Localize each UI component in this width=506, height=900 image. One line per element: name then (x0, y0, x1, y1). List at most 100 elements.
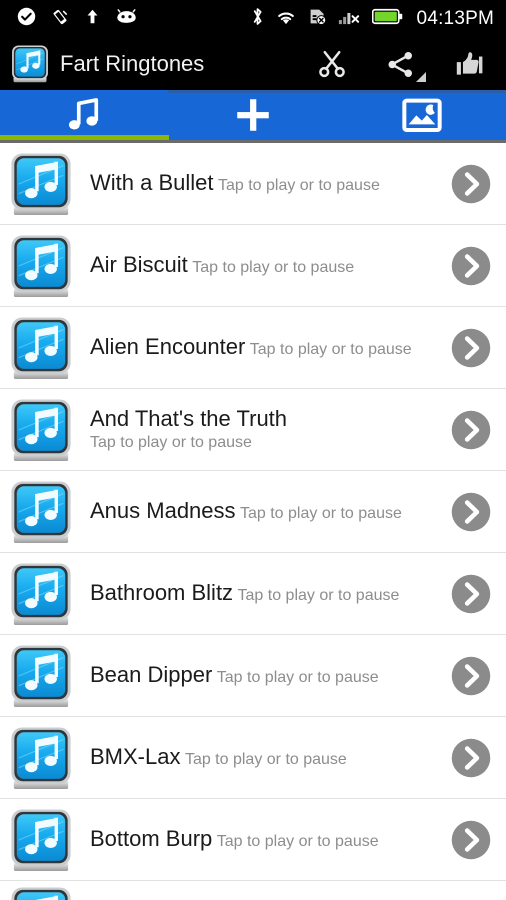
chevron-right-circle-icon (451, 164, 491, 203)
status-bar-right-icons: 04:13PM (251, 6, 498, 32)
share-icon (387, 51, 412, 77)
ringtone-music-icon (9, 561, 73, 627)
chevron-right-circle-icon (451, 820, 491, 859)
scissors-icon (319, 51, 345, 78)
ringtone-title: With a Bullet (90, 170, 214, 195)
ringtone-music-icon (9, 885, 73, 900)
ringtone-text: Air Biscuit Tap to play or to pause (90, 252, 442, 279)
tab-bar-shadow-blue (168, 90, 506, 93)
bluetooth-icon (251, 6, 264, 32)
rate-thumbs-up-button[interactable] (448, 44, 488, 84)
ringtone-music-icon (9, 479, 73, 545)
android-robot-icon (115, 8, 138, 30)
ringtone-list[interactable]: With a Bullet Tap to play or to pause Ai… (0, 143, 506, 900)
ringtone-text: Anus Madness Tap to play or to pause (90, 498, 442, 525)
tab-bar-container (0, 90, 506, 143)
ringtone-subtitle: Tap to play or to pause (217, 177, 380, 194)
ringtone-subtitle: Tap to play or to pause (249, 341, 412, 358)
tab-active-indicator (0, 135, 169, 140)
ringtone-title: Anus Madness (90, 498, 236, 523)
overflow-triangle-icon[interactable] (416, 72, 426, 82)
ringtone-detail-arrow-button[interactable] (450, 573, 492, 615)
ringtone-detail-arrow-button[interactable] (450, 245, 492, 287)
ringtone-subtitle: Tap to play or to pause (184, 751, 347, 768)
share-button[interactable] (380, 44, 426, 84)
image-icon (402, 98, 442, 133)
ringtone-title: Bathroom Blitz (90, 580, 234, 605)
app-root: 04:13PM Fart Ringtones With a Bullet Tap… (0, 0, 506, 900)
ringtone-list-item-0[interactable]: With a Bullet Tap to play or to pause (0, 143, 506, 225)
ringtone-music-icon (9, 315, 73, 381)
ringtone-subtitle: Tap to play or to pause (216, 833, 379, 850)
signal-no-service-icon (338, 7, 361, 31)
ringtone-list-item-6[interactable]: Bean Dipper Tap to play or to pause (0, 635, 506, 717)
ringtone-title: Bean Dipper (90, 662, 213, 687)
ringtone-subtitle: Tap to play or to pause (192, 259, 355, 276)
check-circle-icon (17, 7, 36, 31)
status-bar-left-icons (8, 7, 138, 32)
thumbs-up-icon (456, 52, 483, 75)
battery-full-icon (371, 8, 403, 30)
tab-active-indicator (337, 135, 506, 140)
ringtone-detail-arrow-button[interactable] (450, 491, 492, 533)
ringtone-subtitle: Tap to play or to pause (216, 669, 379, 686)
ringtone-music-icon (9, 397, 73, 463)
ringtone-subtitle: Tap to play or to pause (237, 587, 400, 604)
chevron-right-circle-icon (451, 328, 491, 367)
ringtone-music-icon (9, 151, 73, 217)
ringtone-title: Air Biscuit (90, 252, 188, 277)
ringtone-subtitle: Tap to play or to pause (239, 505, 402, 522)
plus-icon (237, 99, 269, 131)
ringtone-text: BMX-Lax Tap to play or to pause (90, 744, 442, 771)
cut-scissors-button[interactable] (312, 44, 352, 84)
ringtone-list-item-partial[interactable] (0, 881, 506, 900)
tab-ringtones[interactable] (0, 90, 169, 140)
ringtone-detail-arrow-button[interactable] (450, 655, 492, 697)
tab-active-indicator (169, 135, 338, 140)
ringtone-text: Alien Encounter Tap to play or to pause (90, 334, 442, 361)
chevron-right-circle-icon (451, 410, 491, 449)
ringtone-text: And That's the Truth Tap to play or to p… (90, 406, 442, 454)
ringtone-list-item-5[interactable]: Bathroom Blitz Tap to play or to pause (0, 553, 506, 635)
vibrate-icon (50, 7, 70, 32)
ringtone-detail-arrow-button[interactable] (450, 163, 492, 205)
ringtone-text: Bottom Burp Tap to play or to pause (90, 826, 442, 853)
ringtone-music-icon (9, 725, 73, 791)
ringtone-list-item-2[interactable]: Alien Encounter Tap to play or to pause (0, 307, 506, 389)
tab-add[interactable] (169, 90, 338, 140)
ringtone-detail-arrow-button[interactable] (450, 737, 492, 779)
ringtone-text: Bathroom Blitz Tap to play or to pause (90, 580, 442, 607)
chevron-right-circle-icon (451, 656, 491, 695)
ringtone-title: And That's the Truth (90, 405, 288, 431)
wifi-icon (275, 8, 297, 31)
ringtone-title: Bottom Burp (90, 826, 213, 851)
action-bar-actions (312, 44, 494, 84)
ringtone-text: With a Bullet Tap to play or to pause (90, 170, 442, 197)
ringtone-subtitle: Tap to play or to pause (90, 433, 252, 451)
app-music-note-icon (10, 44, 50, 84)
ringtone-list-item-3[interactable]: And That's the Truth Tap to play or to p… (0, 389, 506, 471)
sim-card-missing-icon (308, 7, 327, 31)
ringtone-title: Alien Encounter (90, 334, 246, 359)
status-bar: 04:13PM (0, 0, 506, 38)
ringtone-detail-arrow-button[interactable] (450, 819, 492, 861)
music-note-icon (69, 98, 99, 130)
ringtone-music-icon (9, 233, 73, 299)
action-bar: Fart Ringtones (0, 38, 506, 90)
ringtone-list-item-4[interactable]: Anus Madness Tap to play or to pause (0, 471, 506, 553)
app-title: Fart Ringtones (60, 51, 205, 76)
ringtone-detail-arrow-button[interactable] (450, 409, 492, 451)
upload-arrow-icon (84, 7, 101, 31)
ringtone-title: BMX-Lax (90, 744, 181, 769)
ringtone-list-item-8[interactable]: Bottom Burp Tap to play or to pause (0, 799, 506, 881)
ringtone-list-item-1[interactable]: Air Biscuit Tap to play or to pause (0, 225, 506, 307)
chevron-right-circle-icon (451, 738, 491, 777)
chevron-right-circle-icon (451, 492, 491, 531)
tab-images[interactable] (337, 90, 506, 140)
ringtone-text: Bean Dipper Tap to play or to pause (90, 662, 442, 689)
ringtone-music-icon (9, 807, 73, 873)
chevron-right-circle-icon (451, 246, 491, 285)
ringtone-list-item-7[interactable]: BMX-Lax Tap to play or to pause (0, 717, 506, 799)
ringtone-detail-arrow-button[interactable] (450, 327, 492, 369)
tab-bar (0, 90, 506, 140)
